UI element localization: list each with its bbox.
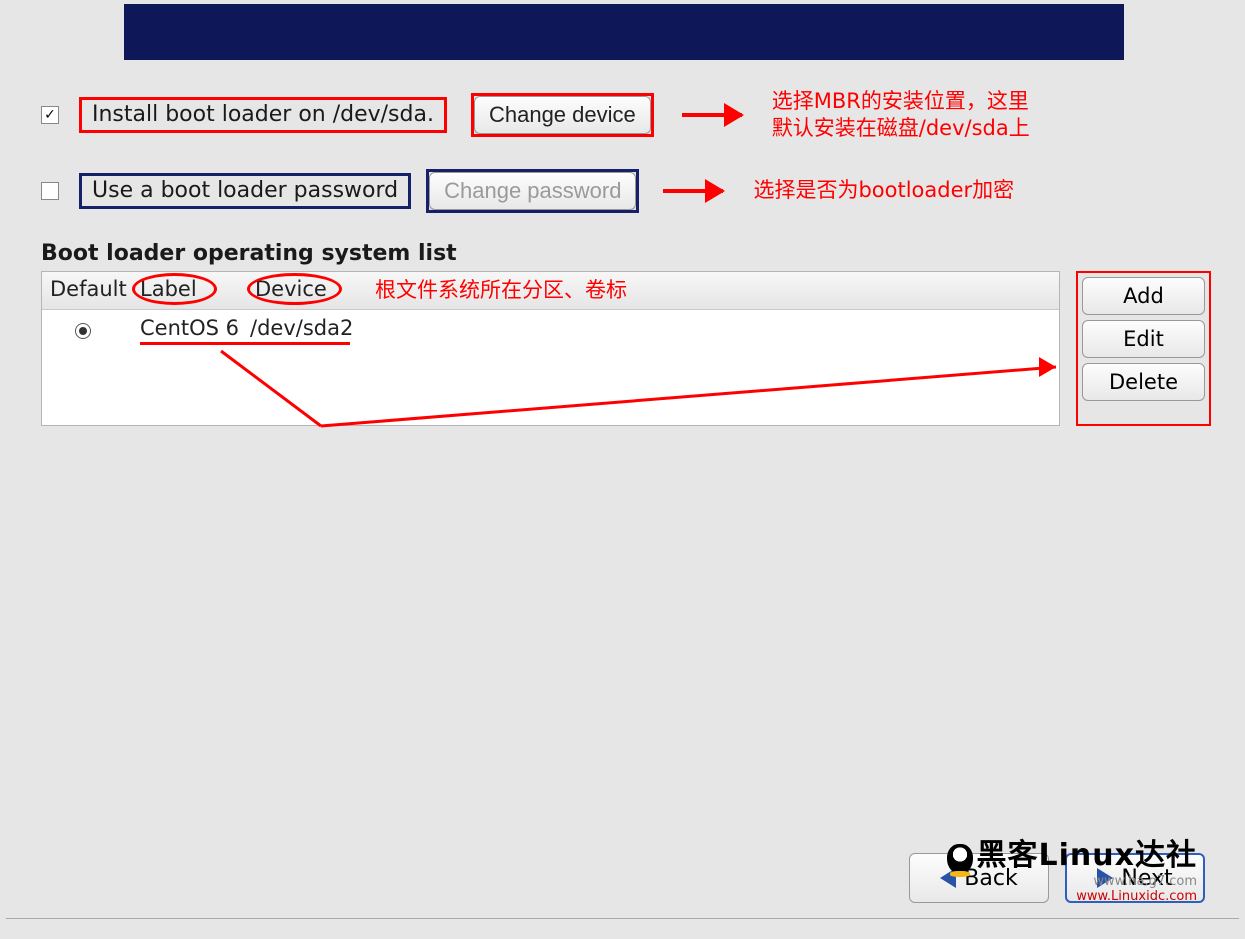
bootloader-password-row: Use a boot loader password Change passwo… [41, 169, 1211, 213]
arrow-right-icon [1097, 868, 1113, 888]
arrow-left-icon [940, 868, 956, 888]
bootloader-password-label: Use a boot loader password [79, 173, 411, 209]
row-default-radio-cell [50, 316, 140, 345]
annotation-text: 默认安装在磁盘/dev/sda上 [772, 116, 1030, 140]
col-label-text: Label [140, 277, 197, 301]
change-device-button[interactable]: Change device [474, 96, 651, 134]
os-list: Default Label Device 根文件系统所在分区、卷标 CentOS… [41, 271, 1060, 426]
os-list-area: Default Label Device 根文件系统所在分区、卷标 CentOS… [41, 271, 1211, 426]
install-bootloader-row: Install boot loader on /dev/sda. Change … [41, 88, 1211, 143]
os-list-header: Default Label Device 根文件系统所在分区、卷标 [42, 272, 1059, 310]
annotation-password: 选择是否为bootloader加密 [753, 177, 1014, 204]
annotation-text: 选择MBR的安装位置，这里 [772, 89, 1029, 113]
main-content: Install boot loader on /dev/sda. Change … [41, 88, 1211, 426]
row-label: CentOS 6 [140, 316, 255, 345]
nav-buttons: Back Next [909, 853, 1205, 903]
install-bootloader-label: Install boot loader on /dev/sda. [79, 97, 447, 133]
row-device: /dev/sda2 [250, 316, 350, 345]
change-password-button: Change password [429, 172, 636, 210]
install-bootloader-checkbox[interactable] [41, 106, 59, 124]
header-banner [124, 4, 1124, 60]
bootloader-password-checkbox[interactable] [41, 182, 59, 200]
col-device[interactable]: Device [255, 277, 355, 304]
os-list-side-buttons: Add Edit Delete [1076, 271, 1211, 426]
arrow-icon [682, 113, 742, 117]
col-label[interactable]: Label [140, 277, 255, 304]
os-list-title: Boot loader operating system list [41, 241, 1211, 266]
col-default[interactable]: Default [50, 277, 140, 304]
annotation-mbr: 选择MBR的安装位置，这里 默认安装在磁盘/dev/sda上 [772, 88, 1030, 143]
back-button[interactable]: Back [909, 853, 1049, 903]
next-label: Next [1121, 866, 1172, 891]
add-button[interactable]: Add [1082, 277, 1205, 315]
next-button[interactable]: Next [1065, 853, 1205, 903]
default-os-radio[interactable] [75, 323, 91, 339]
annotation-rootfs: 根文件系统所在分区、卷标 [375, 277, 627, 304]
change-password-highlight: Change password [426, 169, 639, 213]
edit-button[interactable]: Edit [1082, 320, 1205, 358]
change-device-highlight: Change device [471, 93, 654, 137]
table-row[interactable]: CentOS 6 /dev/sda2 [42, 310, 1059, 351]
arrow-icon [663, 189, 723, 193]
col-device-text: Device [255, 277, 327, 301]
back-label: Back [964, 866, 1017, 891]
delete-button[interactable]: Delete [1082, 363, 1205, 401]
separator [6, 918, 1239, 919]
